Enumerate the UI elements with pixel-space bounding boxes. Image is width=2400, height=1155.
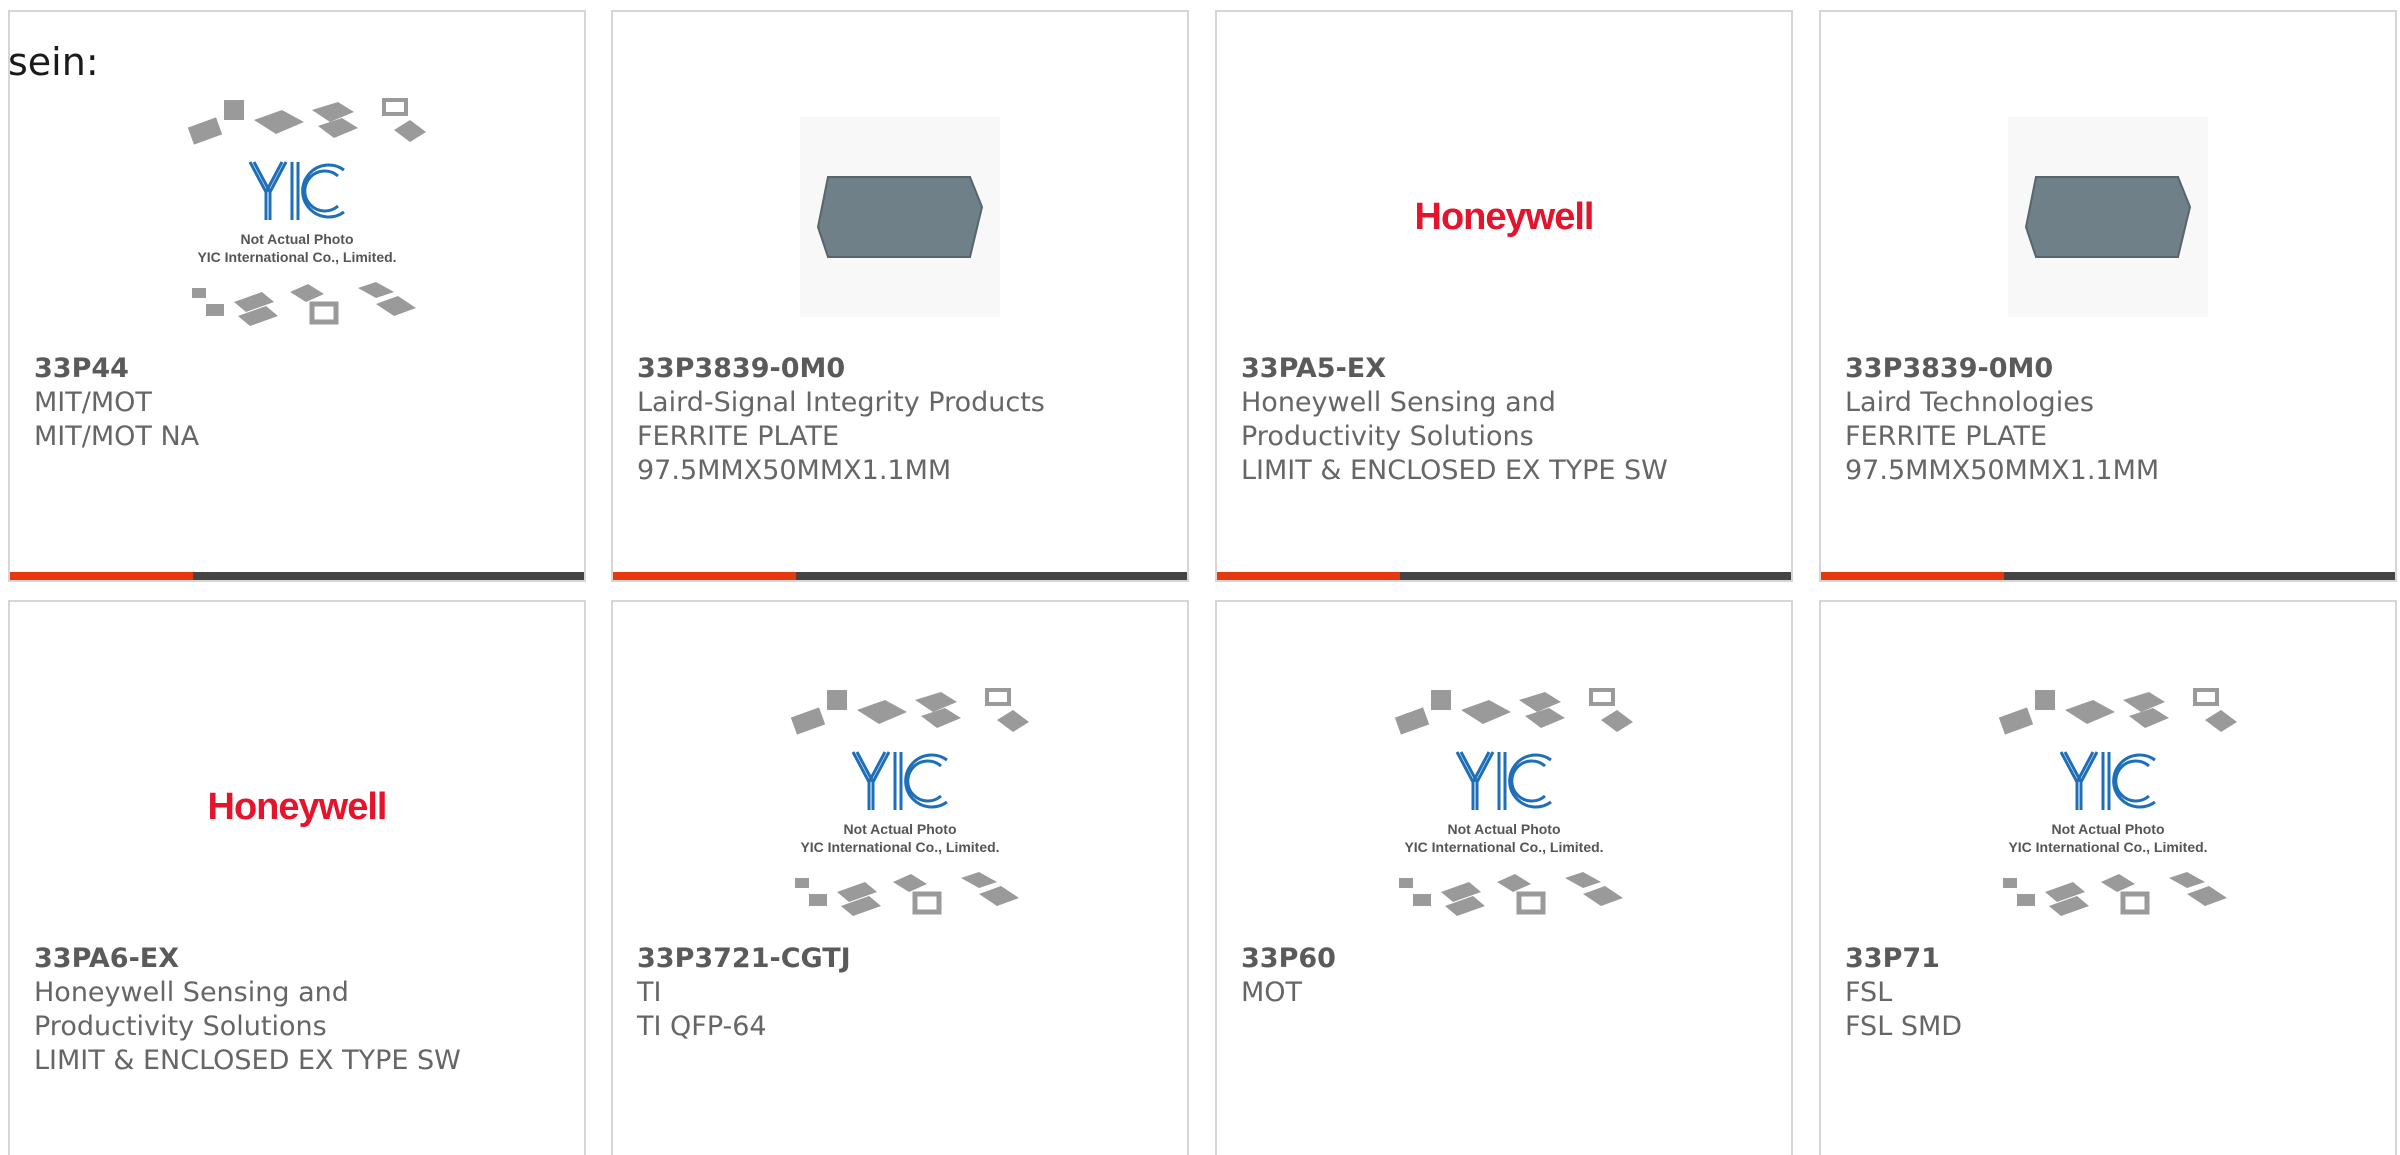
placeholder-caption-line2: YIC International Co., Limited. <box>197 249 396 265</box>
part-number[interactable]: 33PA5-EX <box>1241 352 1767 386</box>
placeholder-caption-line1: Not Actual Photo <box>2051 821 2164 837</box>
card-bottom-bar <box>613 572 1187 580</box>
product-line: 97.5MMX50MMX1.1MM <box>637 455 952 486</box>
product-line: FSL SMD <box>1845 1011 1963 1042</box>
product-card[interactable]: Not Actual Photo YIC International Co., … <box>1215 600 1793 1155</box>
product-image[interactable]: Not Actual Photo YIC International Co., … <box>10 82 584 352</box>
product-line: Productivity Solutions <box>34 1011 327 1042</box>
product-image[interactable]: Not Actual Photo YIC International Co., … <box>1821 672 2395 942</box>
card-bottom-bar <box>10 572 584 580</box>
yic-placeholder-icon: Not Actual Photo YIC International Co., … <box>187 98 426 326</box>
product-line: Productivity Solutions <box>1241 421 1534 452</box>
product-image[interactable]: Honeywell <box>1217 82 1791 352</box>
part-number[interactable]: 33P71 <box>1845 942 2371 976</box>
part-number[interactable]: 33P3721-CGTJ <box>637 942 1163 976</box>
product-line: FSL <box>1845 977 1893 1008</box>
product-line: Honeywell Sensing and <box>34 977 349 1008</box>
placeholder-caption-line1: Not Actual Photo <box>240 231 353 247</box>
product-image[interactable] <box>613 82 1187 352</box>
product-line: TI <box>637 977 662 1008</box>
part-number[interactable]: 33P44 <box>34 352 560 386</box>
product-info: 33P3839-0M0 Laird Technologies FERRITE P… <box>1845 352 2371 488</box>
card-bottom-bar <box>1821 572 2395 580</box>
product-info: 33P60 MOT <box>1241 942 1767 1010</box>
product-image[interactable]: Not Actual Photo YIC International Co., … <box>1217 672 1791 942</box>
product-image[interactable] <box>1821 82 2395 352</box>
product-info: 33P44 MIT/MOT MIT/MOT NA <box>34 352 560 454</box>
yic-placeholder-icon: Not Actual Photo YIC International Co., … <box>790 688 1029 916</box>
part-number[interactable]: 33PA6-EX <box>34 942 560 976</box>
product-card[interactable]: Not Actual Photo YIC International Co., … <box>8 10 586 582</box>
heading-fragment: sein: <box>8 40 99 84</box>
product-line: Laird-Signal Integrity Products <box>637 387 1045 418</box>
placeholder-caption-line2: YIC International Co., Limited. <box>800 839 999 855</box>
product-info: 33P71 FSL FSL SMD <box>1845 942 2371 1044</box>
product-info: 33PA5-EX Honeywell Sensing and Productiv… <box>1241 352 1767 488</box>
product-info: 33P3721-CGTJ TI TI QFP-64 <box>637 942 1163 1044</box>
card-accent <box>10 572 193 580</box>
product-image[interactable]: Honeywell <box>10 672 584 942</box>
product-line: LIMIT & ENCLOSED EX TYPE SW <box>1241 455 1668 486</box>
card-accent <box>613 572 796 580</box>
honeywell-logo: Honeywell <box>1414 195 1595 238</box>
card-accent <box>1217 572 1400 580</box>
yic-placeholder-icon: Not Actual Photo YIC International Co., … <box>1394 688 1633 916</box>
card-bottom-bar <box>1217 572 1791 580</box>
product-line: LIMIT & ENCLOSED EX TYPE SW <box>34 1045 461 1076</box>
product-card[interactable]: Honeywell 33PA5-EX Honeywell Sensing and… <box>1215 10 1793 582</box>
product-line: MOT <box>1241 977 1303 1008</box>
placeholder-caption-line1: Not Actual Photo <box>1447 821 1560 837</box>
product-line: TI QFP-64 <box>637 1011 767 1042</box>
product-grid-page: sein: Not Actual Photo YIC International… <box>0 0 2400 1155</box>
part-number[interactable]: 33P3839-0M0 <box>637 352 1163 386</box>
ferrite-plate-icon <box>800 117 1000 317</box>
product-card[interactable]: 33P3839-0M0 Laird Technologies FERRITE P… <box>1819 10 2397 582</box>
placeholder-caption-line2: YIC International Co., Limited. <box>1404 839 1603 855</box>
part-number[interactable]: 33P3839-0M0 <box>1845 352 2371 386</box>
product-line: Laird Technologies <box>1845 387 2094 418</box>
honeywell-logo: Honeywell <box>207 785 388 828</box>
product-info: 33P3839-0M0 Laird-Signal Integrity Produ… <box>637 352 1163 488</box>
product-line: FERRITE PLATE <box>1845 421 2048 452</box>
product-line: MIT/MOT <box>34 387 152 418</box>
product-line: MIT/MOT NA <box>34 421 200 452</box>
product-card[interactable]: Not Actual Photo YIC International Co., … <box>1819 600 2397 1155</box>
product-line: 97.5MMX50MMX1.1MM <box>1845 455 2160 486</box>
product-card[interactable]: 33P3839-0M0 Laird-Signal Integrity Produ… <box>611 10 1189 582</box>
product-card[interactable]: Not Actual Photo YIC International Co., … <box>611 600 1189 1155</box>
product-info: 33PA6-EX Honeywell Sensing and Productiv… <box>34 942 560 1078</box>
product-card[interactable]: Honeywell 33PA6-EX Honeywell Sensing and… <box>8 600 586 1155</box>
placeholder-caption-line1: Not Actual Photo <box>843 821 956 837</box>
product-image[interactable]: Not Actual Photo YIC International Co., … <box>613 672 1187 942</box>
product-line: FERRITE PLATE <box>637 421 840 452</box>
placeholder-caption-line2: YIC International Co., Limited. <box>2008 839 2207 855</box>
ferrite-plate-icon <box>2008 117 2208 317</box>
product-line: Honeywell Sensing and <box>1241 387 1556 418</box>
part-number[interactable]: 33P60 <box>1241 942 1767 976</box>
yic-placeholder-icon: Not Actual Photo YIC International Co., … <box>1998 688 2237 916</box>
card-accent <box>1821 572 2004 580</box>
